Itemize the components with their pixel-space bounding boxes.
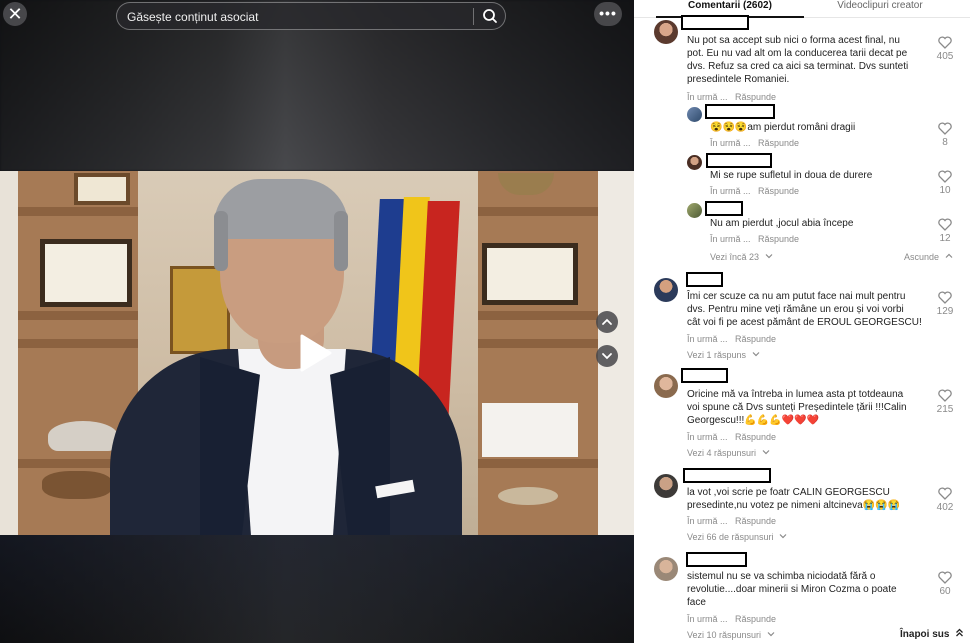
view-replies-link[interactable]: Vezi 66 de răspunsuri bbox=[687, 532, 787, 543]
avatar[interactable] bbox=[654, 20, 678, 44]
comment-item: Nu pot sa accept sub nici o forma acest … bbox=[634, 15, 970, 104]
comment-text: la vot ,voi scrie pe foatr CALIN GEORGES… bbox=[687, 487, 901, 511]
username-redacted[interactable] bbox=[686, 552, 747, 567]
chevron-down-icon bbox=[767, 632, 774, 637]
close-button[interactable]: ✕ bbox=[3, 2, 27, 26]
heart-icon[interactable] bbox=[938, 170, 952, 183]
reply-text: 😵😵😵am pierdut români dragii bbox=[710, 122, 856, 133]
comment-meta: În urmă ... Răspunde bbox=[710, 234, 800, 244]
comments-panel: Comentarii (2602) Videoclipuri creator N… bbox=[634, 0, 970, 643]
reply-item: Nu am pierdut ,jocul abia începe În urmă… bbox=[634, 200, 970, 248]
reply-button[interactable]: Răspunde bbox=[758, 234, 799, 244]
reply-text: Nu am pierdut ,jocul abia începe bbox=[710, 218, 854, 229]
avatar[interactable] bbox=[687, 203, 702, 218]
view-replies-link[interactable]: Vezi 10 răspunsuri bbox=[687, 630, 775, 641]
heart-icon[interactable] bbox=[938, 487, 952, 500]
next-video-button[interactable] bbox=[596, 345, 618, 367]
chevron-down-icon bbox=[752, 352, 759, 357]
avatar[interactable] bbox=[687, 107, 702, 122]
username-redacted[interactable] bbox=[705, 104, 775, 119]
like-count: 129 bbox=[936, 306, 954, 317]
like-count: 215 bbox=[936, 404, 954, 415]
like-count: 12 bbox=[939, 233, 951, 244]
more-options-button[interactable]: ••• bbox=[594, 2, 622, 26]
like-count: 10 bbox=[939, 185, 951, 196]
chevron-down-icon bbox=[762, 450, 769, 455]
avatar[interactable] bbox=[654, 278, 678, 302]
chevron-up-icon bbox=[602, 318, 612, 325]
comment-meta: În urmă ... Răspunde bbox=[710, 186, 800, 196]
heart-icon[interactable] bbox=[938, 218, 952, 231]
comment-text: sistemul nu se va schimba niciodată fără… bbox=[687, 571, 897, 608]
username-redacted[interactable] bbox=[681, 15, 749, 30]
comment-text: Nu pot sa accept sub nici o forma acest … bbox=[687, 35, 909, 85]
chevron-down-icon bbox=[602, 353, 612, 360]
more-icon: ••• bbox=[599, 5, 617, 21]
search-input[interactable] bbox=[127, 9, 467, 25]
double-chevron-up-icon bbox=[956, 628, 964, 637]
username-redacted[interactable] bbox=[686, 272, 723, 287]
previous-video-button[interactable] bbox=[596, 311, 618, 333]
heart-icon[interactable] bbox=[938, 36, 952, 49]
comment-text: Oricine mă va întreba in lumea asta pt t… bbox=[687, 389, 907, 426]
reply-button[interactable]: Răspunde bbox=[735, 516, 776, 526]
view-more-replies-link[interactable]: Vezi încă 23 bbox=[710, 252, 773, 263]
like-count: 405 bbox=[936, 51, 954, 62]
comment-meta: În urmă ... Răspunde bbox=[687, 92, 777, 102]
play-icon[interactable] bbox=[294, 333, 334, 373]
hide-replies-link[interactable]: Ascunde bbox=[904, 252, 953, 263]
shelf-right bbox=[478, 171, 598, 535]
avatar[interactable] bbox=[654, 557, 678, 581]
reply-text: Mi se rupe sufletul in doua de durere bbox=[710, 170, 873, 181]
comment-meta: În urmă ... Răspunde bbox=[687, 432, 777, 442]
comment-meta: În urmă ... Răspunde bbox=[687, 516, 777, 526]
view-replies-link[interactable]: Vezi 4 răspunsuri bbox=[687, 448, 770, 459]
chevron-down-icon bbox=[779, 534, 787, 539]
search-bar bbox=[116, 2, 506, 30]
reply-item: 😵😵😵am pierdut români dragii În urmă ... … bbox=[634, 104, 970, 152]
comment-meta: În urmă ... Răspunde bbox=[710, 138, 800, 148]
reply-button[interactable]: Răspunde bbox=[735, 334, 776, 344]
username-redacted[interactable] bbox=[705, 201, 743, 216]
username-redacted[interactable] bbox=[681, 368, 728, 383]
close-icon: ✕ bbox=[7, 4, 23, 24]
blurred-background-bottom bbox=[0, 535, 634, 643]
search-icon[interactable] bbox=[481, 7, 499, 25]
username-redacted[interactable] bbox=[706, 153, 772, 168]
reply-button[interactable]: Răspunde bbox=[735, 614, 776, 624]
reply-button[interactable]: Răspunde bbox=[735, 92, 776, 102]
avatar[interactable] bbox=[687, 155, 702, 170]
like-count: 402 bbox=[936, 502, 954, 513]
chevron-up-icon bbox=[945, 253, 952, 258]
reply-button[interactable]: Răspunde bbox=[758, 186, 799, 196]
heart-icon[interactable] bbox=[938, 389, 952, 402]
reply-button[interactable]: Răspunde bbox=[735, 432, 776, 442]
reply-item: Mi se rupe sufletul in doua de durere În… bbox=[634, 152, 970, 200]
chevron-down-icon bbox=[765, 254, 772, 259]
tab-creator-videos[interactable]: Videoclipuri creator bbox=[812, 0, 948, 12]
heart-icon[interactable] bbox=[938, 571, 952, 584]
back-to-top-button[interactable]: Înapoi sus bbox=[900, 628, 964, 640]
comment-item: Îmi cer scuze ca nu am putut face nai mu… bbox=[634, 270, 970, 366]
heart-icon[interactable] bbox=[938, 122, 952, 135]
heart-icon[interactable] bbox=[938, 291, 952, 304]
comment-item: la vot ,voi scrie pe foatr CALIN GEORGES… bbox=[634, 466, 970, 548]
comment-text: Îmi cer scuze ca nu am putut face nai mu… bbox=[687, 291, 922, 328]
reply-button[interactable]: Răspunde bbox=[758, 138, 799, 148]
view-replies-link[interactable]: Vezi 1 răspuns bbox=[687, 350, 760, 361]
comment-meta: În urmă ... Răspunde bbox=[687, 614, 777, 624]
avatar[interactable] bbox=[654, 374, 678, 398]
username-redacted[interactable] bbox=[683, 468, 771, 483]
bookcase-left-edge bbox=[0, 171, 18, 535]
comment-meta: În urmă ... Răspunde bbox=[687, 334, 777, 344]
avatar[interactable] bbox=[654, 474, 678, 498]
like-count: 8 bbox=[942, 137, 948, 148]
comment-item: Oricine mă va întreba in lumea asta pt t… bbox=[634, 368, 970, 464]
video-pane: ✕ ••• bbox=[0, 0, 634, 643]
like-count: 60 bbox=[939, 586, 951, 597]
